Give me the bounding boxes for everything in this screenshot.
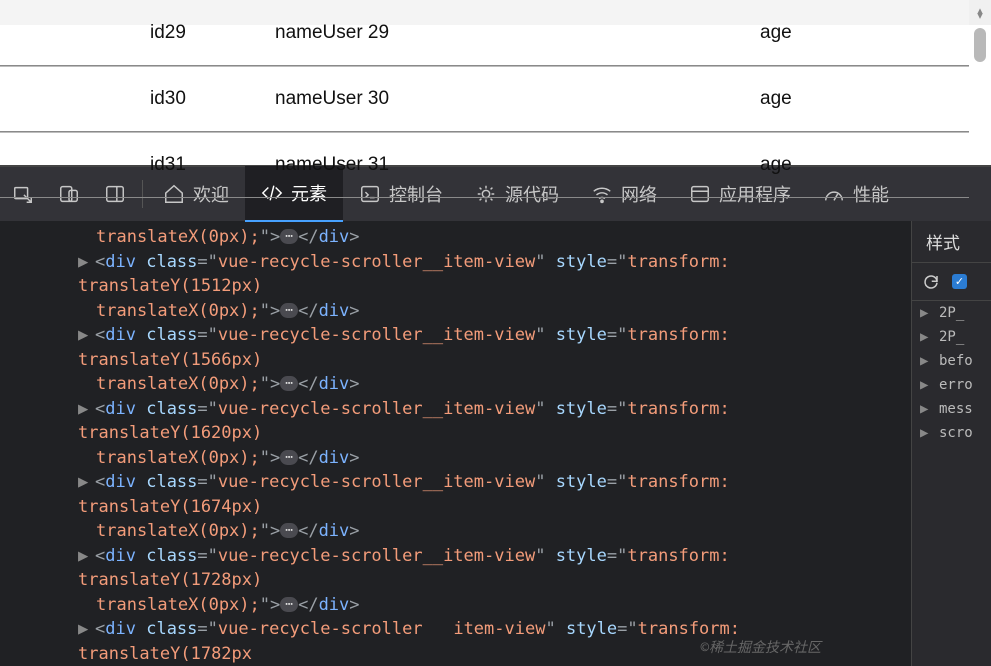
cell-name: nameUser 31 bbox=[270, 154, 610, 176]
dom-node-partial[interactable]: ▶<div class="vue-recycle-scroller item-v… bbox=[12, 617, 911, 666]
data-table: id29 nameUser 29 age id30 nameUser 30 ag… bbox=[0, 0, 969, 25]
table-row: id29 nameUser 29 age bbox=[0, 0, 969, 66]
scroll-thumb[interactable] bbox=[974, 28, 986, 62]
scroll-down-button[interactable]: ▾ bbox=[969, 5, 991, 25]
styles-rule-item[interactable]: ▶mess bbox=[912, 397, 991, 421]
styles-actions: ✓ bbox=[912, 263, 991, 301]
styles-filter-checkbox[interactable]: ✓ bbox=[952, 274, 967, 289]
dom-node-continuation[interactable]: translateX(0px);">⋯</div> bbox=[12, 372, 911, 397]
styles-rule-item[interactable]: ▶2P_ bbox=[912, 325, 991, 349]
cell-id: id30 bbox=[0, 88, 270, 110]
cell-name: nameUser 30 bbox=[270, 88, 610, 110]
devtools-body: translateX(0px);">⋯</div> ▶<div class="v… bbox=[0, 221, 991, 666]
dom-node[interactable]: ▶<div class="vue-recycle-scroller__item-… bbox=[12, 544, 911, 593]
dom-node[interactable]: ▶<div class="vue-recycle-scroller__item-… bbox=[12, 397, 911, 446]
dom-node-continuation[interactable]: translateX(0px);">⋯</div> bbox=[12, 446, 911, 471]
dom-node[interactable]: ▶<div class="vue-recycle-scroller__item-… bbox=[12, 470, 911, 519]
styles-rule-item[interactable]: ▶2P_ bbox=[912, 301, 991, 325]
cell-id: id31 bbox=[0, 154, 270, 176]
dom-node-continuation[interactable]: translateX(0px);">⋯</div> bbox=[12, 299, 911, 324]
styles-pane-header[interactable]: 样式 bbox=[912, 221, 991, 263]
cell-age: age bbox=[610, 154, 969, 176]
styles-sidebar: 样式 ✓ ▶2P_▶2P_▶befo▶erro▶mess▶scro bbox=[911, 221, 991, 666]
app-viewport: id29 nameUser 29 age id30 nameUser 30 ag… bbox=[0, 0, 991, 25]
table-row: id31 nameUser 31 age bbox=[0, 132, 969, 198]
styles-rule-item[interactable]: ▶erro bbox=[912, 373, 991, 397]
cell-name: nameUser 29 bbox=[270, 22, 610, 44]
vertical-scrollbar[interactable]: ▴ ▾ bbox=[969, 0, 991, 25]
devtools-panel: 欢迎 元素 控制台 源代码 网络 应用程序 性能 translateX(0px bbox=[0, 165, 991, 666]
dom-node-continuation[interactable]: translateX(0px);">⋯</div> bbox=[12, 519, 911, 544]
dom-node[interactable]: ▶<div class="vue-recycle-scroller__item-… bbox=[12, 250, 911, 299]
cell-age: age bbox=[610, 22, 969, 44]
cell-id: id29 bbox=[0, 22, 270, 44]
elements-dom-tree[interactable]: translateX(0px);">⋯</div> ▶<div class="v… bbox=[0, 221, 911, 666]
dom-node-continuation[interactable]: translateX(0px);">⋯</div> bbox=[12, 593, 911, 618]
refresh-icon[interactable] bbox=[922, 273, 940, 291]
table-row: id30 nameUser 30 age bbox=[0, 66, 969, 132]
styles-rule-item[interactable]: ▶scro bbox=[912, 421, 991, 445]
dom-node-truncated[interactable]: translateX(0px);">⋯</div> bbox=[12, 225, 911, 250]
styles-rule-item[interactable]: ▶befo bbox=[912, 349, 991, 373]
cell-age: age bbox=[610, 88, 969, 110]
dom-node[interactable]: ▶<div class="vue-recycle-scroller__item-… bbox=[12, 323, 911, 372]
